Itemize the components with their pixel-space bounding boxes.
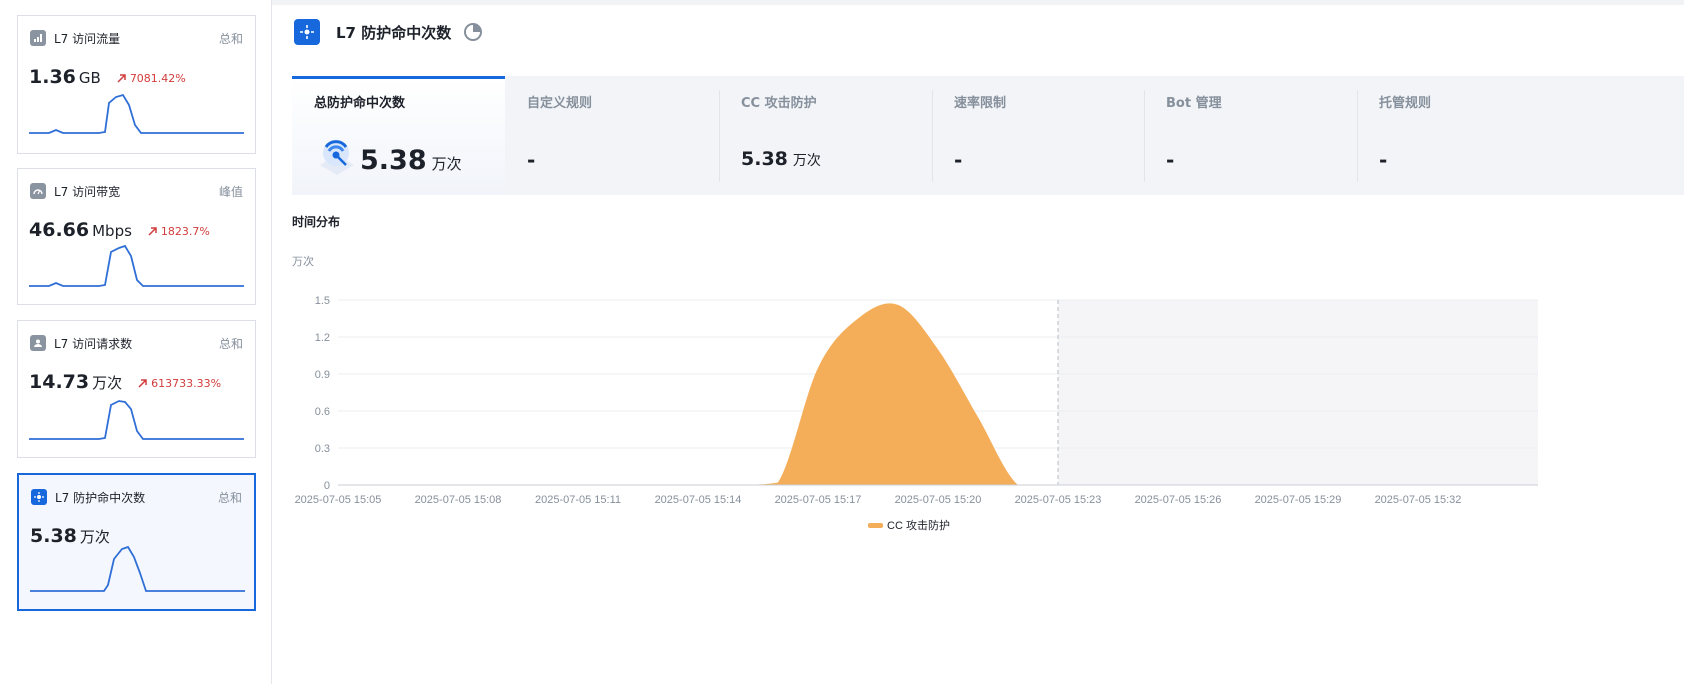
tab-managed-rules[interactable]: 托管规则 - [1357,76,1570,195]
tab-value: - [527,148,536,172]
tab-unit: 万次 [431,155,462,173]
x-tick-label: 2025-07-05 15:08 [415,494,502,506]
sparkline [29,244,244,287]
pie-chart-icon[interactable] [463,22,483,42]
tab-value: 5.38 [741,148,788,170]
tab-unit: 万次 [792,153,821,169]
shield-target-icon [31,489,47,505]
area-series-cc [338,303,1058,485]
card-aggregation: 总和 [217,490,242,505]
card-title: L7 访问请求数 [54,336,133,351]
y-tick-label: 0.9 [315,369,330,381]
panel-header: L7 防护命中次数 [294,19,483,45]
tab-value: - [954,148,963,172]
tab-value: 5.38 [360,145,427,176]
metric-tabs: 总防护命中次数 5.38 万次 自定义规则 - CC 攻击防护 5.38 万次 … [292,76,1684,195]
y-tick-label: 1.5 [315,295,330,307]
tab-value: - [1166,148,1175,172]
y-axis-unit: 万次 [292,255,314,268]
card-title: L7 防护命中次数 [55,490,146,505]
sparkline [30,545,245,592]
radar-scan-icon [320,140,354,175]
main-panel: L7 防护命中次数 总防护命中次数 5.38 万次 自定义规则 - CC 攻击防… [272,5,1684,684]
legend-label: CC 攻击防护 [887,518,950,532]
x-tick-label: 2025-07-05 15:26 [1135,494,1222,506]
tab-custom-rules[interactable]: 自定义规则 - [505,76,718,195]
tab-label: 托管规则 [1379,96,1432,111]
legend-swatch [868,523,883,528]
section-title: 时间分布 [292,215,341,229]
tab-cc-protection[interactable]: CC 攻击防护 5.38 万次 [719,76,932,195]
x-tick-label: 2025-07-05 15:14 [655,494,742,506]
x-tick-label: 2025-07-05 15:17 [775,494,862,506]
future-region [1058,300,1538,485]
tab-label: 自定义规则 [527,96,593,111]
time-distribution-chart: 0 0.3 0.6 0.9 1.2 1.5 2025-07-05 15:05 2025-07-… [295,295,1538,532]
metrics-sidebar: L7 访问流量 总和 1.36 GB 7081.42% L7 访问带宽 峰值 4… [0,0,272,684]
tab-label: 速率限制 [954,96,1007,111]
tab-label: 总防护命中次数 [314,96,406,111]
user-icon [30,335,46,351]
x-tick-label: 2025-07-05 15:23 [1015,494,1102,506]
card-title: L7 访问带宽 [54,184,121,199]
y-tick-label: 1.2 [315,332,330,344]
tab-bot-management[interactable]: Bot 管理 - [1144,76,1357,195]
sparkline [29,93,244,134]
page-title: L7 防护命中次数 [336,23,452,42]
x-tick-label: 2025-07-05 15:05 [295,494,382,506]
tab-total-hits[interactable]: 总防护命中次数 5.38 万次 [292,76,505,195]
tab-value: - [1379,148,1388,172]
card-title: L7 访问流量 [54,31,121,46]
y-tick-label: 0 [324,480,330,492]
page-root: L7 访问流量 总和 1.36 GB 7081.42% L7 访问带宽 峰值 4… [0,0,1684,684]
gauge-icon [30,183,46,199]
tab-label: Bot 管理 [1166,96,1222,111]
x-tick-label: 2025-07-05 15:11 [535,494,621,506]
x-tick-label: 2025-07-05 15:20 [895,494,982,506]
metric-card-requests[interactable]: L7 访问请求数 总和 14.73 万次 613733.33% [17,320,256,458]
arrow-up-right-icon [117,74,126,83]
sparkline [29,400,244,440]
card-aggregation: 总和 [218,31,243,46]
metric-card-protection-hits[interactable]: L7 防护命中次数 总和 5.38 万次 [17,473,256,611]
card-aggregation: 峰值 [218,184,243,199]
bar-chart-icon [30,30,46,46]
x-tick-label: 2025-07-05 15:29 [1255,494,1342,506]
tab-label: CC 攻击防护 [741,96,817,111]
metric-card-traffic[interactable]: L7 访问流量 总和 1.36 GB 7081.42% [17,15,256,154]
x-tick-label: 2025-07-05 15:32 [1375,494,1462,506]
y-tick-label: 0.3 [315,443,330,455]
metric-card-bandwidth[interactable]: L7 访问带宽 峰值 46.66 Mbps 1823.7% [17,168,256,305]
y-tick-label: 0.6 [315,406,330,418]
shield-target-icon [294,19,320,45]
tab-rate-limit[interactable]: 速率限制 - [932,76,1145,195]
card-aggregation: 总和 [218,336,243,351]
